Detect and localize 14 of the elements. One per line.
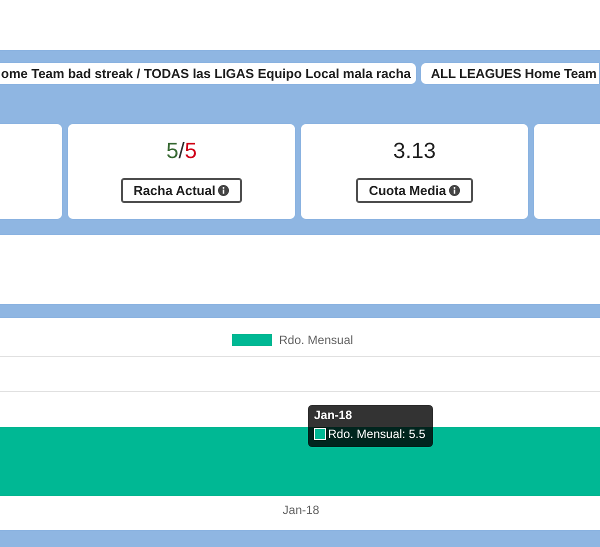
tooltip-text: Rdo. Mensual: 5.5 (328, 427, 426, 441)
tooltip-swatch (314, 428, 326, 440)
info-icon (218, 185, 230, 196)
stat-label-button[interactable]: Racha Actual (120, 178, 242, 203)
x-axis-label: Jan-18 (282, 503, 320, 517)
streak-value: 5/5 (166, 140, 197, 162)
average-odds-value: 3.13 (393, 140, 436, 162)
info-icon (449, 185, 460, 196)
legend-swatch (232, 334, 272, 346)
league-tab[interactable]: ome Team bad streak / TODAS las LIGAS Equipo Local mala racha (0, 63, 416, 84)
stat-label-button[interactable]: Cuota Media (356, 178, 474, 203)
legend-label: Rdo. Mensual (279, 333, 354, 347)
league-tab[interactable]: ALL LEAGUES Home Team (420, 63, 599, 84)
tooltip-title: Jan-18 (314, 408, 354, 423)
